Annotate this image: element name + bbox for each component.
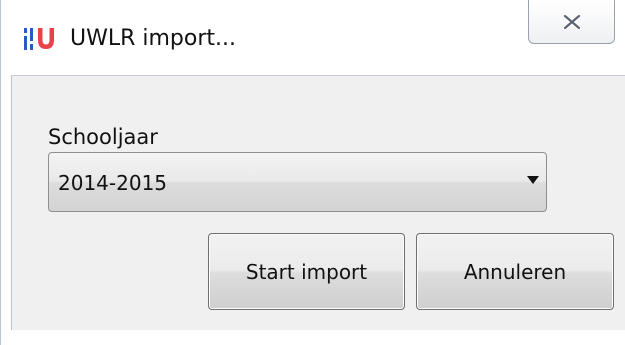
title-bar: UWLR import... (1, 0, 625, 75)
school-year-value: 2014-2015 (58, 171, 168, 195)
uu-logo-icon (24, 28, 54, 50)
dialog-content: Schooljaar 2014-2015 Start import Annule… (11, 75, 625, 330)
start-import-button[interactable]: Start import (208, 233, 405, 310)
close-icon (562, 14, 582, 30)
dialog-window: UWLR import... Schooljaar 2014-2015 Star… (0, 0, 625, 345)
close-button[interactable] (528, 0, 615, 44)
school-year-select[interactable]: 2014-2015 (48, 152, 547, 212)
school-year-label: Schooljaar (48, 125, 158, 149)
window-bottom-edge (1, 330, 625, 345)
cancel-button[interactable]: Annuleren (416, 233, 614, 310)
dropdown-arrow-icon (527, 176, 539, 184)
window-title: UWLR import... (70, 26, 237, 51)
